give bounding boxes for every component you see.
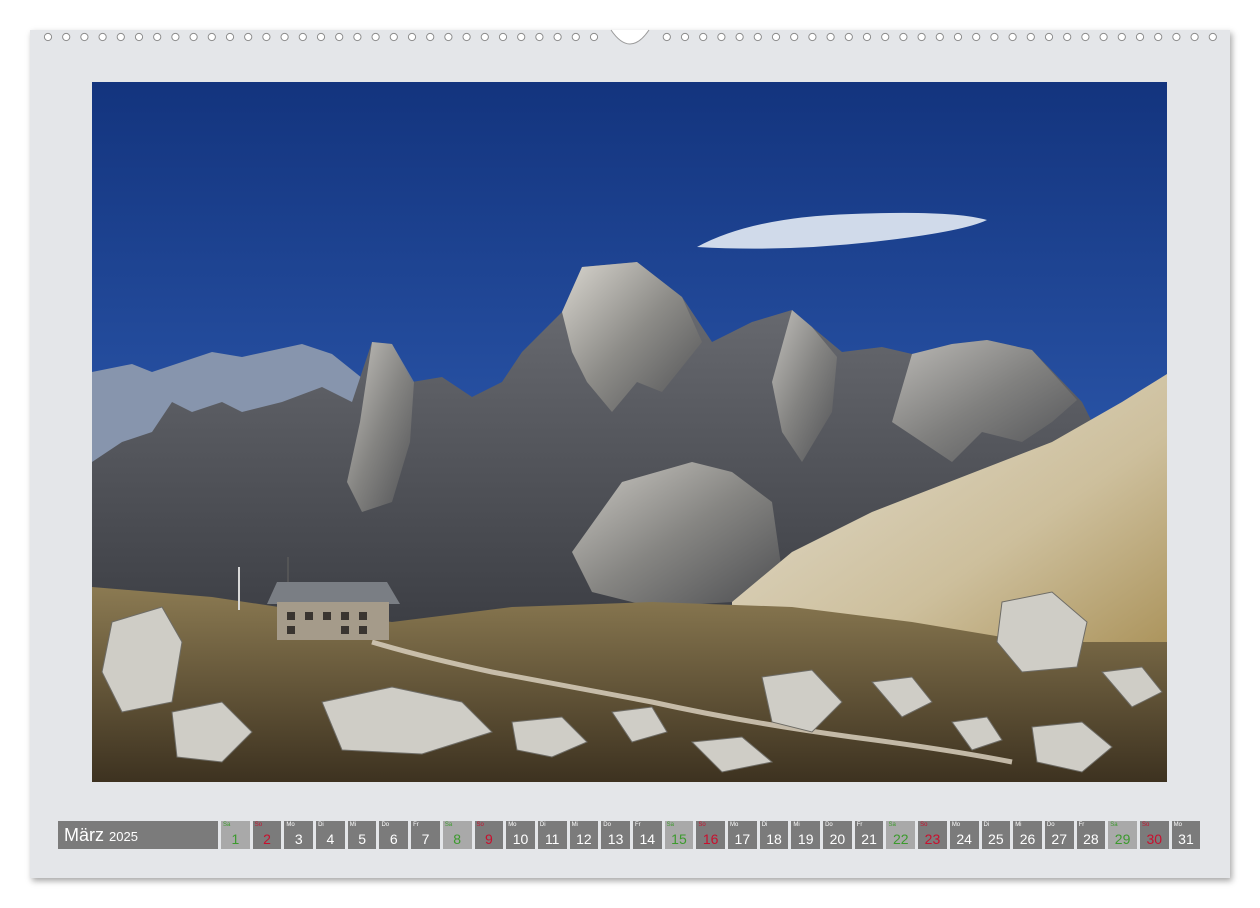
- weekday-label: Mi: [571, 822, 578, 828]
- day-cell: Sa 15: [664, 821, 694, 849]
- day-cell: Fr 28: [1076, 821, 1106, 849]
- weekday-label: Di: [539, 822, 546, 828]
- day-cell: Mi 12: [569, 821, 599, 849]
- weekday-label: Do: [825, 822, 833, 828]
- day-cell: Di 18: [759, 821, 789, 849]
- weekday-label: Do: [1046, 822, 1055, 828]
- weekday-label: Mi: [349, 822, 357, 828]
- weekday-label: Di: [318, 822, 324, 828]
- day-number: 21: [861, 831, 877, 847]
- day-cell: So 30: [1139, 821, 1169, 849]
- day-cell: Mo 24: [949, 821, 979, 849]
- day-cell: Di 4: [316, 821, 345, 849]
- weekday-label: Do: [381, 822, 390, 828]
- day-number: 5: [358, 831, 366, 847]
- day-number: 16: [702, 831, 719, 847]
- weekday-label: So: [920, 822, 928, 828]
- day-cell: Do 6: [379, 821, 409, 849]
- weekday-label: So: [254, 822, 263, 828]
- day-cell: Mo 17: [728, 821, 757, 849]
- landscape-photo: [92, 82, 1167, 782]
- day-number: 30: [1146, 831, 1163, 847]
- day-cell: Sa 1: [221, 821, 250, 849]
- day-cell: Mi 26: [1013, 821, 1042, 849]
- weekday-label: Mo: [730, 822, 739, 828]
- day-cell: Mo 10: [506, 821, 535, 849]
- weekday-label: Fr: [856, 822, 863, 828]
- weekday-label: Mo: [951, 822, 961, 828]
- weekday-label: Sa: [223, 822, 231, 828]
- weekday-label: Fr: [634, 822, 641, 828]
- weekday-label: Di: [761, 822, 768, 828]
- day-number: 10: [512, 831, 529, 847]
- day-number: 1: [231, 831, 240, 847]
- day-cell: Di 25: [981, 821, 1011, 849]
- day-number: 31: [1178, 831, 1194, 847]
- day-cell: So 16: [696, 821, 725, 849]
- day-number: 11: [544, 831, 560, 847]
- weekday-label: Sa: [888, 822, 896, 828]
- day-number: 27: [1051, 831, 1067, 847]
- day-number: 26: [1019, 831, 1036, 847]
- month-year: 2025: [109, 829, 138, 844]
- weekday-label: Sa: [444, 822, 453, 828]
- day-cell: Fr 14: [632, 821, 662, 849]
- day-number: 23: [924, 831, 941, 847]
- day-cell: So 9: [474, 821, 504, 849]
- day-number: 28: [1083, 831, 1099, 847]
- day-cell: Mi 19: [791, 821, 821, 849]
- weekday-label: Mo: [286, 822, 295, 828]
- day-number: 15: [671, 831, 687, 847]
- day-number: 25: [988, 831, 1004, 847]
- weekday-label: Fr: [413, 822, 419, 828]
- weekday-label: Mi: [793, 822, 800, 828]
- day-number: 4: [326, 831, 335, 847]
- day-cell: Mo 3: [284, 821, 314, 849]
- day-number: 7: [421, 831, 430, 847]
- day-number: 12: [576, 831, 592, 847]
- day-cell: Do 27: [1044, 821, 1074, 849]
- weekday-label: Do: [603, 822, 611, 828]
- day-number: 13: [607, 831, 624, 847]
- day-number: 22: [892, 831, 909, 847]
- day-number: 24: [956, 831, 972, 847]
- weekday-label: Mo: [508, 822, 517, 828]
- day-number: 17: [734, 831, 751, 847]
- day-cell: Mi 5: [347, 821, 377, 849]
- weekday-label: Sa: [666, 822, 674, 828]
- day-number: 19: [797, 831, 814, 847]
- day-cell: Mo 31: [1171, 821, 1201, 849]
- day-number: 9: [484, 831, 493, 847]
- day-number: 14: [639, 831, 656, 847]
- day-number: 2: [263, 831, 271, 847]
- day-cell: Di 11: [537, 821, 567, 849]
- month-name: März: [64, 824, 104, 845]
- day-cells: Sa 1 So 2 Mo 3 Di 4 Mi 5 Do 6 Fr 7 Sa 8 So 9 Mo 10 Di 11 Mi 12 D…: [221, 821, 1201, 849]
- day-cell: Sa 29: [1108, 821, 1137, 849]
- day-number: 29: [1114, 831, 1131, 847]
- weekday-label: Sa: [1110, 822, 1118, 828]
- calendar-strip: März 2025 Sa 1 So 2 Mo 3 Di 4 Mi 5 Do 6 Fr 7 Sa 8 So 9 Mo 1…: [58, 821, 1201, 849]
- day-number: 8: [453, 831, 462, 847]
- day-cell: So 2: [252, 821, 282, 849]
- day-cell: Sa 22: [886, 821, 916, 849]
- weekday-label: So: [698, 822, 706, 828]
- day-cell: Do 13: [601, 821, 630, 849]
- day-cell: Do 20: [823, 821, 852, 849]
- day-number: 20: [829, 831, 846, 847]
- day-number: 18: [766, 831, 782, 847]
- day-cell: Sa 8: [442, 821, 472, 849]
- weekday-label: So: [1141, 822, 1150, 828]
- day-cell: Fr 21: [854, 821, 884, 849]
- month-label: März 2025: [58, 821, 218, 849]
- day-cell: So 23: [918, 821, 947, 849]
- day-cell: Fr 7: [411, 821, 440, 849]
- weekday-label: Mo: [1173, 822, 1182, 828]
- weekday-label: So: [476, 822, 484, 828]
- weekday-label: Fr: [1078, 822, 1085, 828]
- day-number: 6: [389, 831, 398, 847]
- weekday-label: Mi: [1015, 822, 1022, 828]
- weekday-label: Di: [983, 822, 990, 828]
- day-number: 3: [294, 831, 303, 847]
